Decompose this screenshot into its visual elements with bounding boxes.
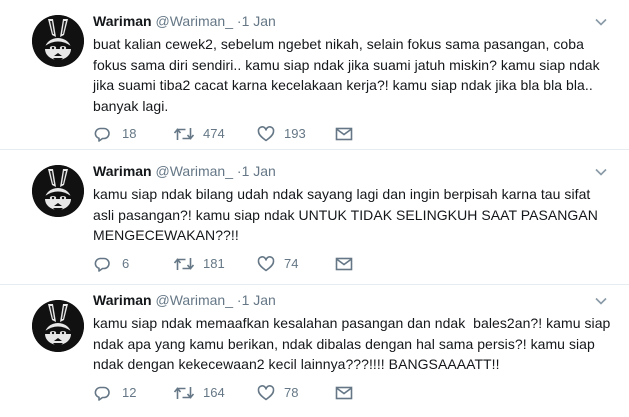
tweet-text-line: fokus sama diri sendiri.. kamu siap ndak… xyxy=(93,56,600,73)
tweet[interactable]: Wariman @Wariman_ ·1 Jan kamu siap ndak … xyxy=(0,150,629,285)
rabbit-mascot-avatar-icon xyxy=(32,300,84,352)
heart-icon xyxy=(257,385,275,401)
retweet-icon xyxy=(173,128,195,140)
avatar[interactable] xyxy=(32,15,84,67)
reply-icon xyxy=(94,257,110,272)
author-handle[interactable]: @Wariman_ xyxy=(156,163,234,179)
tweet-timestamp[interactable]: 1 Jan xyxy=(242,163,276,179)
retweet-count: 474 xyxy=(203,126,225,141)
rabbit-mascot-avatar-icon xyxy=(32,165,84,217)
chevron-down-icon[interactable] xyxy=(594,15,608,29)
tweet-text-line: ndak apa yang kamu berikan, ndak dibalas… xyxy=(93,335,595,352)
author-name[interactable]: Wariman xyxy=(93,13,152,29)
like-count: 193 xyxy=(284,126,306,141)
author-name[interactable]: Wariman xyxy=(93,292,152,308)
avatar[interactable] xyxy=(32,300,84,352)
chevron-down-icon[interactable] xyxy=(594,294,608,308)
message-icon xyxy=(335,127,353,141)
tweet[interactable]: Wariman @Wariman_ ·1 Jan kamu siap ndak … xyxy=(0,285,629,417)
reply-icon xyxy=(94,127,110,142)
tweet-text-line: kamu siap ndak memaafkan kesalahan pasan… xyxy=(93,315,611,331)
like-count: 74 xyxy=(284,256,299,271)
tweet-text-line: jika suami tiba2 cacat karna kecelakaan … xyxy=(93,77,593,93)
heart-icon xyxy=(257,126,275,142)
retweet-count: 181 xyxy=(203,256,225,271)
reply-count: 6 xyxy=(122,256,130,271)
avatar[interactable] xyxy=(32,165,84,217)
tweet-text: kamu siap ndak bilang udah ndak sayang l… xyxy=(93,184,598,246)
heart-icon xyxy=(257,256,275,272)
tweet-header: Wariman @Wariman_ ·1 Jan xyxy=(93,12,276,30)
like-count: 78 xyxy=(284,385,299,400)
retweet-icon xyxy=(173,387,195,399)
tweet-text-line: banyak lagi. xyxy=(93,97,169,114)
retweet-icon xyxy=(173,258,195,270)
chevron-down-icon[interactable] xyxy=(594,165,608,179)
tweet-text: buat kalian cewek2, sebelum ngebet nikah… xyxy=(93,34,600,116)
tweet-text-line: ndak dengan kekecewaan2 kecil lainnya???… xyxy=(93,356,500,372)
tweet-timestamp[interactable]: 1 Jan xyxy=(242,13,276,29)
tweet-header: Wariman @Wariman_ ·1 Jan xyxy=(93,291,276,309)
tweet-timestamp[interactable]: 1 Jan xyxy=(242,292,276,308)
reply-icon xyxy=(94,386,110,401)
message-icon xyxy=(335,257,353,271)
tweet[interactable]: Wariman @Wariman_ ·1 Jan buat kalian cew… xyxy=(0,0,629,150)
retweet-count: 164 xyxy=(203,385,225,400)
reply-count: 12 xyxy=(122,385,137,400)
tweet-header: Wariman @Wariman_ ·1 Jan xyxy=(93,162,276,180)
message-icon xyxy=(335,386,353,400)
tweet-text-line: buat kalian cewek2, sebelum ngebet nikah… xyxy=(93,36,584,52)
author-handle[interactable]: @Wariman_ xyxy=(156,292,234,308)
tweet-text: kamu siap ndak memaafkan kesalahan pasan… xyxy=(93,313,611,375)
tweet-text-line: MENGECEWAKAN??!! xyxy=(93,227,239,243)
reply-count: 18 xyxy=(122,126,137,141)
rabbit-mascot-avatar-icon xyxy=(32,15,84,67)
author-handle[interactable]: @Wariman_ xyxy=(156,13,234,29)
author-name[interactable]: Wariman xyxy=(93,163,152,179)
tweet-text-line: asli pasangan?! kamu siap ndak UNTUK TID… xyxy=(93,206,598,223)
tweet-text-line: kamu siap ndak bilang udah ndak sayang l… xyxy=(93,186,591,202)
